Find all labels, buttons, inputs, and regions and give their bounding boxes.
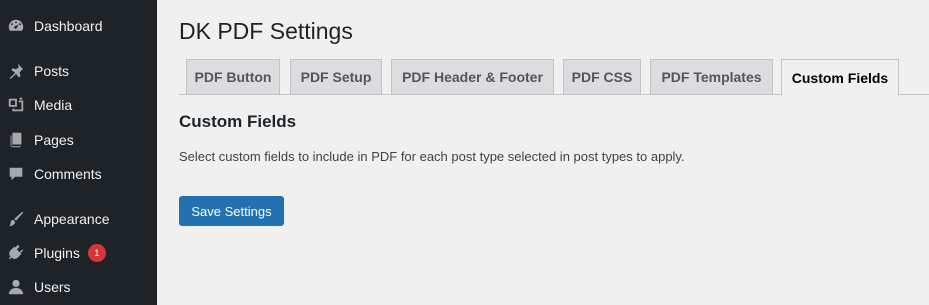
sidebar-item-label: Posts bbox=[34, 63, 70, 79]
sidebar-item-appearance[interactable]: Appearance bbox=[0, 202, 157, 236]
sidebar-item-label: Comments bbox=[34, 166, 102, 182]
admin-sidebar: Dashboard Posts Media Pages Comments App… bbox=[0, 0, 157, 305]
media-icon bbox=[6, 95, 26, 115]
section-description: Select custom fields to include in PDF f… bbox=[179, 149, 685, 164]
tab-pdf-css[interactable]: PDF CSS bbox=[563, 59, 641, 95]
plugin-update-badge: 1 bbox=[87, 244, 106, 262]
sidebar-item-users[interactable]: Users bbox=[0, 270, 157, 304]
sidebar-item-plugins[interactable]: Plugins 1 bbox=[0, 236, 157, 270]
sidebar-item-comments[interactable]: Comments bbox=[0, 157, 157, 191]
tab-pdf-setup[interactable]: PDF Setup bbox=[290, 59, 382, 95]
sidebar-item-pages[interactable]: Pages bbox=[0, 123, 157, 157]
sidebar-item-label: Media bbox=[34, 97, 73, 113]
sidebar-item-label: Dashboard bbox=[34, 18, 103, 34]
paintbrush-icon bbox=[6, 209, 26, 229]
main-content: DK PDF Settings PDF Button PDF Setup PDF… bbox=[157, 0, 929, 305]
pushpin-icon bbox=[6, 61, 26, 81]
sidebar-item-media[interactable]: Media bbox=[0, 88, 157, 122]
tab-pdf-button[interactable]: PDF Button bbox=[186, 59, 280, 95]
tab-pdf-header-footer[interactable]: PDF Header & Footer bbox=[391, 59, 554, 95]
settings-tabs: PDF Button PDF Setup PDF Header & Footer… bbox=[179, 58, 929, 96]
section-title: Custom Fields bbox=[179, 112, 297, 131]
tab-custom-fields[interactable]: Custom Fields bbox=[781, 59, 899, 96]
sidebar-item-label: Pages bbox=[34, 132, 74, 148]
save-settings-button[interactable]: Save Settings bbox=[179, 196, 284, 226]
sidebar-item-posts[interactable]: Posts bbox=[0, 54, 157, 88]
sidebar-item-label: Plugins bbox=[34, 245, 80, 261]
dashboard-icon bbox=[6, 16, 26, 36]
sidebar-item-label: Appearance bbox=[34, 211, 110, 227]
sidebar-item-label: Users bbox=[34, 279, 71, 295]
comment-icon bbox=[6, 164, 26, 184]
user-icon bbox=[6, 277, 26, 297]
pages-icon bbox=[6, 130, 26, 150]
page-title: DK PDF Settings bbox=[179, 18, 353, 44]
plugin-icon bbox=[6, 243, 26, 263]
sidebar-item-dashboard[interactable]: Dashboard bbox=[0, 9, 157, 43]
tab-pdf-templates[interactable]: PDF Templates bbox=[650, 59, 773, 95]
